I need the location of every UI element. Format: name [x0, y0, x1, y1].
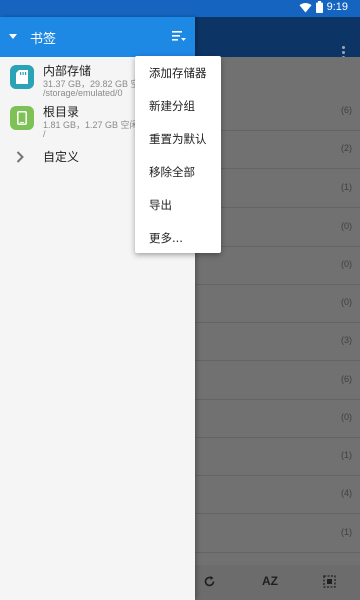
- bottom-toolbar: AZ: [195, 565, 360, 600]
- list-item[interactable]: (0): [195, 285, 360, 323]
- status-bar: 9:19: [0, 0, 360, 17]
- item-count: (2): [341, 143, 352, 153]
- item-count: (1): [341, 527, 352, 537]
- item-count: (0): [341, 412, 352, 422]
- custom-group-label[interactable]: 自定义: [43, 148, 79, 165]
- list-item[interactable]: (6): [195, 362, 360, 400]
- item-count: (0): [341, 221, 352, 231]
- item-count: (1): [341, 182, 352, 192]
- app-header: [195, 17, 360, 59]
- list-item[interactable]: (0): [195, 400, 360, 438]
- menu-remove-all[interactable]: 移除全部: [135, 155, 221, 188]
- overflow-menu: 添加存储器 新建分组 重置为默认 移除全部 导出 更多...: [135, 56, 221, 253]
- menu-item-label: 添加存储器: [149, 66, 207, 80]
- sort-menu-icon[interactable]: [172, 30, 186, 42]
- menu-new-group[interactable]: 新建分组: [135, 89, 221, 122]
- list-item[interactable]: (1): [195, 438, 360, 476]
- list-item[interactable]: (1): [195, 515, 360, 553]
- menu-more[interactable]: 更多...: [135, 221, 221, 254]
- menu-item-label: 移除全部: [149, 165, 195, 179]
- drawer-header: 书签: [0, 17, 195, 57]
- menu-item-label: 更多...: [149, 231, 183, 245]
- sort-az-button[interactable]: AZ: [262, 574, 278, 588]
- item-count: (0): [341, 297, 352, 307]
- drawer-title: 书签: [30, 32, 57, 47]
- phone-icon: [10, 106, 34, 130]
- status-indicators: 9:19: [299, 1, 348, 13]
- item-count: (4): [341, 488, 352, 498]
- item-count: (0): [341, 259, 352, 269]
- sd-card-icon: [10, 65, 34, 89]
- menu-add-storage[interactable]: 添加存储器: [135, 56, 221, 89]
- menu-item-label: 新建分组: [149, 99, 195, 113]
- refresh-icon[interactable]: [203, 575, 216, 588]
- bookmark-path: /: [43, 129, 46, 139]
- item-count: (3): [341, 335, 352, 345]
- bookmark-path: /storage/emulated/0: [43, 88, 123, 98]
- menu-item-label: 重置为默认: [149, 132, 207, 146]
- status-time: 9:19: [326, 1, 348, 13]
- item-count: (6): [341, 105, 352, 115]
- select-icon[interactable]: [323, 575, 336, 588]
- item-count: (6): [341, 374, 352, 384]
- caret-down-icon[interactable]: [9, 34, 17, 39]
- item-count: (1): [341, 450, 352, 460]
- list-item[interactable]: (4): [195, 476, 360, 514]
- chevron-right-icon[interactable]: [16, 151, 24, 163]
- menu-item-label: 导出: [149, 198, 172, 212]
- list-item[interactable]: (3): [195, 323, 360, 361]
- battery-icon: [315, 1, 323, 13]
- menu-export[interactable]: 导出: [135, 188, 221, 221]
- menu-reset-default[interactable]: 重置为默认: [135, 122, 221, 155]
- wifi-icon: [299, 2, 312, 13]
